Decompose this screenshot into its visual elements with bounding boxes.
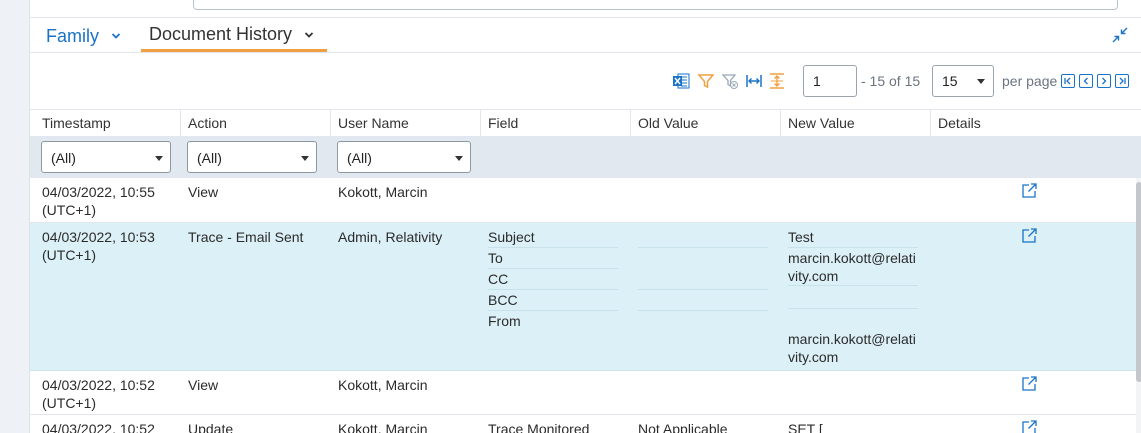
field-from: From [488,313,521,329]
page-number-input[interactable] [803,65,857,97]
per-page-label: per page [1002,73,1058,89]
collapse-arrows-icon[interactable] [1111,26,1129,44]
field-cc: CC [488,271,509,287]
divider [30,109,1141,110]
fit-columns-icon[interactable] [745,72,763,90]
chevron-down-icon [111,31,121,41]
excel-export-icon[interactable] [672,72,690,90]
user-name-cell: Admin, Relativity [338,229,443,245]
user-name-cell: Kokott, Marcin [338,421,428,433]
tab-document-history[interactable]: Document History [141,20,327,52]
column-separator [780,110,781,136]
user-name-filter-select[interactable]: (All) [337,141,471,173]
filter-value: (All) [347,150,372,166]
search-input-edge[interactable] [193,0,1118,10]
timestamp-filter-select[interactable]: (All) [41,141,171,173]
column-header-details[interactable]: Details [938,115,981,131]
per-page-value: 15 [942,73,958,89]
chevron-down-icon [304,30,314,40]
field-subject: Subject [488,229,535,245]
divider [788,247,918,248]
caret-down-icon [977,79,985,84]
divider [30,52,1141,53]
table-row[interactable]: 04/03/2022, 10:52 (UTC+1) View Kokott, M… [30,371,1136,415]
tab-family-label: Family [46,25,99,46]
clear-filter-icon[interactable] [721,72,739,90]
document-history-panel: Family Document History 1 - 15 of 15 15 … [29,0,1141,433]
column-separator [480,110,481,136]
column-header-timestamp[interactable]: Timestamp [42,115,111,131]
filter-icon[interactable] [697,72,715,90]
previous-page-icon[interactable] [1079,74,1093,88]
last-page-icon[interactable] [1115,74,1129,88]
divider [788,285,918,286]
timestamp-cell: 04/03/2022, 10:52 [42,421,155,433]
new-value-cell: SET [ [788,421,823,433]
action-cell: Update [188,421,234,433]
next-page-icon[interactable] [1097,74,1111,88]
table-row[interactable]: 04/03/2022, 10:55 (UTC+1) View Kokott, M… [30,178,1136,223]
field-to: To [488,250,503,266]
divider [30,17,1141,18]
expand-rows-icon[interactable] [768,72,786,90]
table-row[interactable]: 04/03/2022, 10:52 Update Kokott, Marcin … [30,415,1136,433]
filter-value: (All) [197,150,222,166]
open-external-icon[interactable] [1020,375,1040,393]
column-header-field[interactable]: Field [488,115,518,131]
tab-family[interactable]: Family [46,20,121,52]
divider [638,289,768,290]
column-header-action[interactable]: Action [188,115,227,131]
new-value-from: marcin.kokott@relativity.com [788,331,916,365]
user-name-cell: Kokott, Marcin [338,184,428,200]
left-sidebar-strip [0,0,29,433]
open-external-icon[interactable] [1020,419,1040,433]
divider [638,310,768,311]
column-separator [930,110,931,136]
caret-down-icon [155,156,163,161]
open-external-icon[interactable] [1020,182,1040,200]
timestamp-cell: 04/03/2022, 10:53 (UTC+1) [42,229,155,263]
new-value-subject: Test [788,229,814,245]
caret-down-icon [455,156,463,161]
vertical-scrollbar-thumb[interactable] [1136,182,1141,382]
column-header-user-name[interactable]: User Name [338,115,409,131]
divider [488,268,618,269]
per-page-select[interactable]: 15 [932,65,994,97]
divider [638,247,768,248]
open-external-icon[interactable] [1020,227,1040,245]
field-cell: Trace Monitored [488,421,590,433]
column-header-new-value[interactable]: New Value [788,115,855,131]
user-name-cell: Kokott, Marcin [338,377,428,393]
table-row-selected[interactable]: 04/03/2022, 10:53 (UTC+1) Trace - Email … [30,223,1136,371]
action-filter-select[interactable]: (All) [187,141,317,173]
divider [488,247,618,248]
caret-down-icon [301,156,309,161]
timestamp-cell: 04/03/2022, 10:52 (UTC+1) [42,377,155,411]
column-separator [330,110,331,136]
divider [488,289,618,290]
divider [488,310,618,311]
action-cell: View [188,377,219,393]
divider [788,308,918,309]
timestamp-cell: 04/03/2022, 10:55 (UTC+1) [42,184,155,218]
old-value-cell: Not Applicable [638,421,728,433]
first-page-icon[interactable] [1061,74,1075,88]
new-value-to: marcin.kokott@relativity.com [788,250,916,284]
column-separator [630,110,631,136]
column-header-old-value[interactable]: Old Value [638,115,698,131]
page-range-text: - 15 of 15 [861,73,921,89]
action-cell: Trace - Email Sent [188,229,304,245]
filter-value: (All) [51,150,76,166]
tab-document-history-label: Document History [149,24,293,44]
action-cell: View [188,184,219,200]
column-separator [180,110,181,136]
field-bcc: BCC [488,292,518,308]
